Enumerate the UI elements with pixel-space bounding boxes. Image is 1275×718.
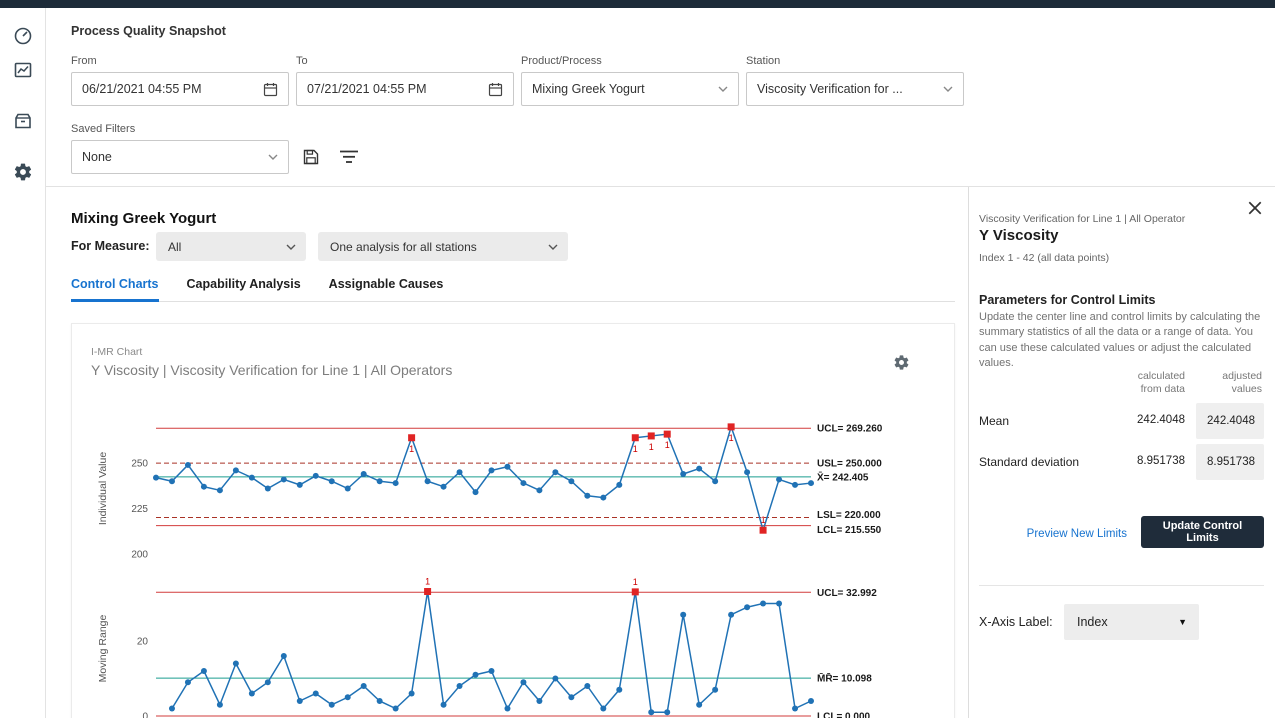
svg-text:LCL= 215.550: LCL= 215.550: [817, 525, 882, 536]
update-control-limits-button[interactable]: Update Control Limits: [1141, 516, 1264, 548]
parameters-description: Update the center line and control limit…: [979, 310, 1267, 372]
svg-text:UCL= 269.260: UCL= 269.260: [817, 424, 883, 435]
svg-text:1: 1: [409, 444, 414, 454]
chart-type-label: I-MR Chart: [91, 346, 142, 358]
chevron-down-icon: [548, 244, 558, 250]
control-limits-panel: Viscosity Verification for Line 1 | All …: [968, 187, 1275, 718]
save-filter-icon[interactable]: [302, 148, 320, 166]
chart-report-icon[interactable]: [13, 60, 33, 80]
from-label: From: [71, 55, 289, 67]
saved-filters-group: Saved Filters None: [71, 123, 289, 174]
chevron-down-icon: [943, 86, 953, 92]
stddev-adjusted-input[interactable]: [1196, 444, 1264, 480]
station-label: Station: [746, 55, 964, 67]
page-title: Process Quality Snapshot: [71, 24, 226, 38]
adjusted-col-header: adjusted values: [1216, 370, 1262, 396]
measure-value: All: [168, 240, 181, 254]
svg-text:20: 20: [137, 637, 149, 648]
panel-index-note: Index 1 - 42 (all data points): [979, 252, 1109, 264]
tab-control-charts[interactable]: Control Charts: [71, 277, 159, 302]
svg-text:250: 250: [131, 459, 148, 470]
saved-filters-value: None: [82, 150, 112, 164]
moving-range-chart: 0 20 Moving Range UCL= 32.992 M̄R̄= 10.098 LC…: [72, 576, 956, 718]
station-select[interactable]: Viscosity Verification for ...: [746, 72, 964, 106]
mean-adjusted-input[interactable]: [1196, 403, 1264, 439]
chart-settings-gear-icon[interactable]: [893, 354, 910, 371]
panel-divider: [979, 585, 1264, 586]
preview-new-limits-link[interactable]: Preview New Limits: [1027, 528, 1127, 540]
station-value: Viscosity Verification for ...: [757, 82, 903, 96]
to-field-group: To 07/21/2021 04:55 PM: [296, 55, 514, 106]
calendar-icon: [263, 82, 278, 97]
svg-text:1: 1: [633, 444, 638, 454]
station-field-group: Station Viscosity Verification for ...: [746, 55, 964, 106]
stddev-row-label: Standard deviation: [979, 455, 1079, 469]
product-field-group: Product/Process Mixing Greek Yogurt: [521, 55, 739, 106]
from-datetime-input[interactable]: 06/21/2021 04:55 PM: [71, 72, 289, 106]
product-box-icon[interactable]: [13, 111, 33, 131]
dashboard-gauge-icon[interactable]: [13, 26, 33, 46]
measure-select[interactable]: All: [156, 232, 306, 261]
tab-assignable-causes[interactable]: Assignable Causes: [329, 277, 444, 301]
svg-text:UCL= 32.992: UCL= 32.992: [817, 588, 877, 599]
chart-title: Y Viscosity | Viscosity Verification for…: [91, 362, 452, 378]
svg-text:225: 225: [131, 504, 148, 515]
panel-title: Y Viscosity: [979, 227, 1059, 244]
individuals-chart: 200 225 250 Individual Value UCL= 269.260 USL…: [72, 409, 956, 577]
calendar-icon: [488, 82, 503, 97]
svg-text:M̄R̄= 10.098: M̄R̄= 10.098: [817, 672, 872, 684]
mean-calculated-value: 242.4048: [1137, 414, 1185, 426]
settings-gear-icon[interactable]: [13, 162, 33, 182]
chevron-down-icon: [718, 86, 728, 92]
svg-text:Individual Value: Individual Value: [97, 452, 109, 526]
svg-text:LSL= 220.000: LSL= 220.000: [817, 510, 881, 521]
xaxis-label: X-Axis Label:: [979, 615, 1053, 629]
svg-text:0: 0: [142, 712, 148, 718]
svg-text:USL= 250.000: USL= 250.000: [817, 459, 882, 470]
svg-text:1: 1: [649, 442, 654, 452]
from-value: 06/21/2021 04:55 PM: [82, 82, 202, 96]
product-label: Product/Process: [521, 55, 739, 67]
saved-filters-label: Saved Filters: [71, 123, 289, 135]
chevron-down-icon: [286, 244, 296, 250]
to-datetime-input[interactable]: 07/21/2021 04:55 PM: [296, 72, 514, 106]
svg-text:1: 1: [665, 440, 670, 450]
from-field-group: From 06/21/2021 04:55 PM: [71, 55, 289, 106]
calculated-col-header: calculated from data: [1127, 370, 1185, 396]
tab-bar: Control Charts Capability Analysis Assigna…: [71, 277, 955, 302]
product-select[interactable]: Mixing Greek Yogurt: [521, 72, 739, 106]
xaxis-value: Index: [1077, 615, 1108, 629]
svg-text:1: 1: [729, 433, 734, 443]
parameters-heading: Parameters for Control Limits: [979, 293, 1155, 307]
for-measure-label: For Measure:: [71, 239, 150, 253]
svg-text:X̄= 242.405: X̄= 242.405: [817, 471, 869, 483]
sidebar-nav: [0, 8, 46, 718]
svg-text:1: 1: [761, 515, 766, 525]
top-app-bar: [0, 0, 1275, 8]
imr-chart-card: I-MR Chart Y Viscosity | Viscosity Verif…: [71, 323, 955, 718]
svg-text:Moving Range: Moving Range: [97, 614, 109, 682]
product-value: Mixing Greek Yogurt: [532, 82, 645, 96]
panel-subtitle: Viscosity Verification for Line 1 | All …: [979, 213, 1259, 225]
mean-row-label: Mean: [979, 414, 1009, 428]
svg-text:1: 1: [425, 577, 430, 587]
to-value: 07/21/2021 04:55 PM: [307, 82, 427, 96]
svg-text:1: 1: [633, 577, 638, 587]
xaxis-select[interactable]: Index ▼: [1064, 604, 1199, 640]
saved-filters-select[interactable]: None: [71, 140, 289, 174]
svg-text:LCL= 0.000: LCL= 0.000: [817, 712, 871, 718]
analysis-value: One analysis for all stations: [330, 240, 477, 254]
analysis-select[interactable]: One analysis for all stations: [318, 232, 568, 261]
process-heading: Mixing Greek Yogurt: [71, 210, 216, 227]
tab-capability-analysis[interactable]: Capability Analysis: [187, 277, 301, 301]
filter-icon[interactable]: [340, 150, 358, 164]
svg-text:200: 200: [131, 549, 148, 560]
stddev-calculated-value: 8.951738: [1137, 455, 1185, 467]
caret-down-icon: ▼: [1178, 617, 1187, 627]
chevron-down-icon: [268, 154, 278, 160]
to-label: To: [296, 55, 514, 67]
